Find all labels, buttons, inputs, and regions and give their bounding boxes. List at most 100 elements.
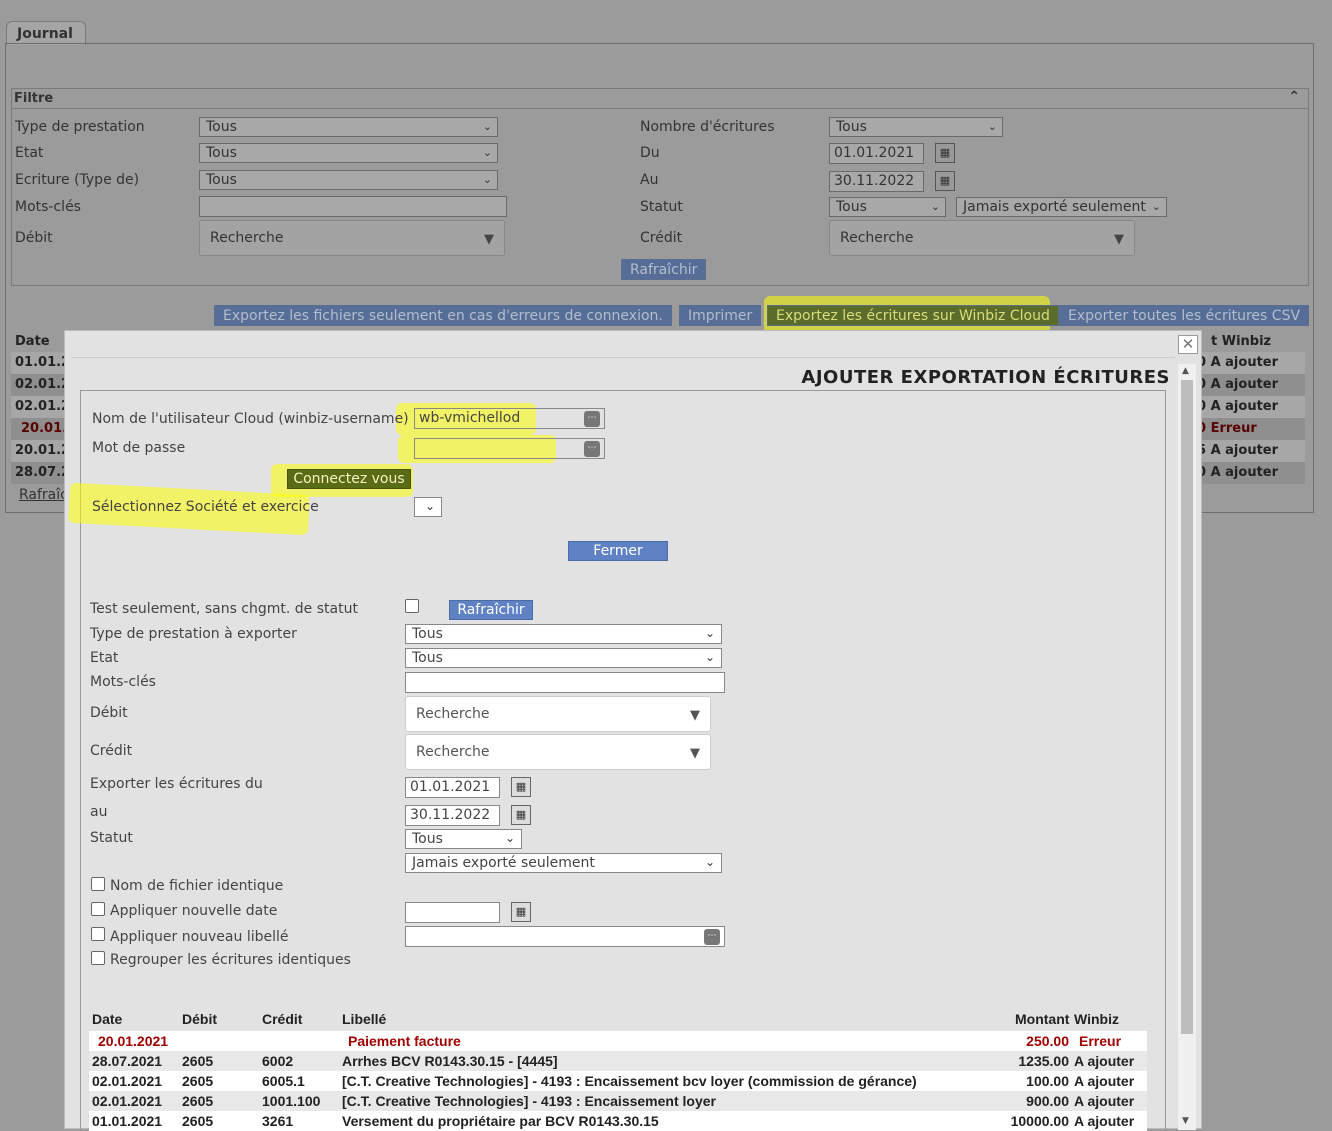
- du-date-input[interactable]: 01.01.2021: [829, 143, 924, 164]
- table-row[interactable]: 28.07.2021 2605 6002 Arrhes BCV R0143.30…: [89, 1051, 1147, 1071]
- modal-mots-cles-input[interactable]: [405, 672, 725, 693]
- row-libelle: [C.T. Creative Technologies] - 4193 : En…: [342, 1073, 917, 1089]
- regrouper-label: Regrouper les écritures identiques: [110, 952, 351, 968]
- collapse-icon[interactable]: ⌃: [1288, 89, 1300, 105]
- nouvelle-date-label: Appliquer nouvelle date: [110, 903, 278, 919]
- header-libelle: Libellé: [342, 1011, 387, 1027]
- row-debit: 2605: [182, 1053, 214, 1069]
- modal-mots-cles-label: Mots-clés: [90, 674, 156, 690]
- nouveau-libelle-input[interactable]: ⋯: [405, 926, 725, 947]
- export-errors-button[interactable]: Exportez les fichiers seulement en cas d…: [214, 305, 672, 326]
- type-prestation-select[interactable]: Tous ⌄: [199, 117, 498, 137]
- dialog-form: Nom de l'utilisateur Cloud (winbiz-usern…: [68, 390, 1166, 1131]
- chevron-down-icon: ⌄: [930, 200, 940, 213]
- table-row[interactable]: 20.01.2021 Paiement facture 250.00 Erreu…: [89, 1031, 1147, 1051]
- row-status: A ajouter: [1074, 1093, 1135, 1109]
- row-status: 0 Erreur: [1197, 421, 1257, 436]
- calendar-icon[interactable]: ▦: [511, 777, 531, 797]
- caret-down-icon: ▼: [1114, 232, 1124, 247]
- caret-down-icon: ▼: [690, 708, 700, 723]
- keyboard-icon[interactable]: ⋯: [584, 411, 600, 427]
- tab-journal[interactable]: Journal: [6, 21, 86, 45]
- chevron-down-icon: ⌄: [704, 626, 715, 640]
- modal-statut-export-select[interactable]: Jamais exporté seulement ⌄: [405, 853, 722, 873]
- nom-fichier-label: Nom de fichier identique: [110, 878, 284, 894]
- ecriture-type-value: Tous: [206, 172, 237, 188]
- dialog-scrollbar[interactable]: ▲ ▼: [1178, 364, 1196, 1130]
- filter-header[interactable]: Filtre ⌃: [11, 88, 1309, 108]
- table-row[interactable]: 02.01.2021 2605 1001.100 [C.T. Creative …: [89, 1091, 1147, 1111]
- etat-value: Tous: [206, 145, 237, 161]
- close-button[interactable]: Fermer: [568, 541, 668, 561]
- filter-title: Filtre: [14, 91, 54, 106]
- nom-fichier-checkbox[interactable]: [91, 877, 105, 891]
- row-montant: 100.00: [1026, 1073, 1069, 1089]
- nombre-ecritures-select[interactable]: Tous ⌄: [829, 117, 1003, 137]
- ecriture-type-select[interactable]: Tous ⌄: [199, 170, 498, 190]
- scroll-up-icon[interactable]: ▲: [1182, 366, 1189, 376]
- nouveau-libelle-checkbox[interactable]: [91, 927, 105, 941]
- row-status: Erreur: [1079, 1033, 1122, 1049]
- row-date: 28.07.2021: [92, 1053, 163, 1069]
- row-status: 5 A ajouter: [1197, 443, 1279, 458]
- password-input[interactable]: ⋯: [414, 438, 605, 459]
- bg-refresh-link[interactable]: Rafraîc: [19, 487, 68, 503]
- nouvelle-date-checkbox[interactable]: [91, 902, 105, 916]
- header-credit: Crédit: [262, 1011, 303, 1027]
- calendar-icon[interactable]: ▦: [511, 902, 531, 922]
- username-input[interactable]: wb-vmichellod ⋯: [414, 408, 605, 429]
- modal-statut-label: Statut: [90, 830, 133, 846]
- header-debit: Débit: [182, 1011, 217, 1027]
- chevron-down-icon: ⌄: [987, 120, 997, 133]
- mots-cles-input[interactable]: [199, 196, 507, 217]
- scrollbar-thumb[interactable]: [1181, 380, 1193, 1034]
- username-label: Nom de l'utilisateur Cloud (winbiz-usern…: [92, 411, 409, 427]
- test-label: Test seulement, sans chgmt. de statut: [90, 601, 358, 617]
- au-date-input[interactable]: 30.11.2022: [829, 171, 924, 192]
- company-select[interactable]: ⌄: [414, 497, 442, 517]
- statut-export-select[interactable]: Jamais exporté seulement ⌄: [956, 197, 1167, 217]
- du-label: Du: [640, 145, 660, 161]
- row-status: 0 A ajouter: [1197, 377, 1279, 392]
- table-row[interactable]: 01.01.2021 2605 3261 Versement du propri…: [89, 1111, 1147, 1131]
- nouvelle-date-input[interactable]: [405, 902, 500, 923]
- credit-combobox[interactable]: Recherche ▼: [829, 220, 1135, 256]
- export-winbiz-button[interactable]: Exportez les écritures sur Winbiz Cloud: [767, 305, 1059, 326]
- type-prestation-export-select[interactable]: Tous ⌄: [405, 624, 722, 644]
- row-date: 20.01.: [21, 421, 68, 436]
- refresh-button[interactable]: Rafraîchir: [449, 600, 533, 620]
- regrouper-checkbox[interactable]: [91, 951, 105, 965]
- modal-credit-combobox[interactable]: Recherche ▼: [405, 734, 711, 770]
- export-du-input[interactable]: 01.01.2021: [405, 777, 500, 798]
- keyboard-icon[interactable]: ⋯: [584, 441, 600, 457]
- statut-select[interactable]: Tous ⌄: [829, 197, 946, 217]
- modal-credit-label: Crédit: [90, 743, 133, 759]
- modal-etat-select[interactable]: Tous ⌄: [405, 648, 722, 668]
- modal-statut-export-value: Jamais exporté seulement: [412, 855, 595, 871]
- table-row[interactable]: 02.01.2021 2605 6005.1 [C.T. Creative Te…: [89, 1071, 1147, 1091]
- keyboard-icon[interactable]: ⋯: [704, 929, 720, 945]
- scroll-down-icon[interactable]: ▼: [1182, 1116, 1189, 1126]
- credit-label: Crédit: [640, 230, 683, 246]
- export-du-label: Exporter les écritures du: [90, 776, 263, 792]
- chevron-down-icon: ⌄: [504, 831, 515, 845]
- row-debit: 2605: [182, 1113, 214, 1129]
- connect-button[interactable]: Connectez vous: [287, 469, 411, 489]
- calendar-icon[interactable]: ▦: [935, 143, 955, 163]
- export-au-input[interactable]: 30.11.2022: [405, 805, 500, 826]
- export-csv-button[interactable]: Exporter toutes les écritures CSV: [1059, 305, 1310, 326]
- filter-refresh-button[interactable]: Rafraîchir: [621, 259, 707, 280]
- modal-statut-select[interactable]: Tous ⌄: [405, 829, 522, 849]
- chevron-down-icon: ⌄: [482, 173, 492, 186]
- chevron-down-icon: ⌄: [482, 146, 492, 159]
- print-button[interactable]: Imprimer: [679, 305, 762, 326]
- etat-select[interactable]: Tous ⌄: [199, 143, 498, 163]
- row-debit: 2605: [182, 1093, 214, 1109]
- test-checkbox[interactable]: [405, 599, 419, 613]
- chevron-down-icon: ⌄: [704, 650, 715, 664]
- calendar-icon[interactable]: ▦: [511, 805, 531, 825]
- modal-debit-combobox[interactable]: Recherche ▼: [405, 696, 711, 732]
- close-icon[interactable]: ✕: [1178, 335, 1198, 354]
- debit-combobox[interactable]: Recherche ▼: [199, 220, 505, 256]
- calendar-icon[interactable]: ▦: [935, 171, 955, 191]
